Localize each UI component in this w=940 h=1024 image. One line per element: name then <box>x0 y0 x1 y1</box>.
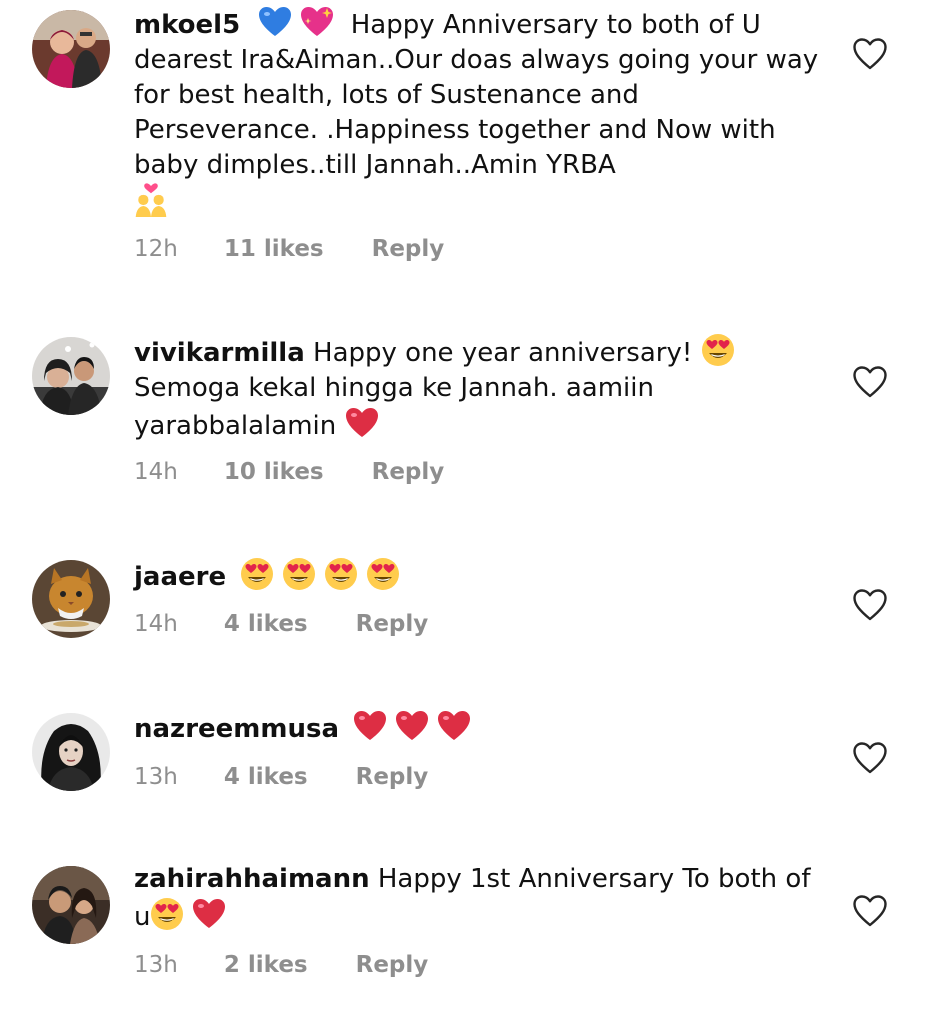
red-heart-icon <box>395 709 429 743</box>
heart-outline-icon <box>853 589 887 621</box>
likes-count[interactable]: 11 likes <box>224 236 324 262</box>
comment-meta: 13h 4 likes Reply <box>134 764 428 790</box>
comment-meta: 14h 10 likes Reply <box>134 459 444 485</box>
heart-eyes-icon <box>150 897 184 931</box>
heart-outline-icon <box>853 742 887 774</box>
comment-meta: 12h 11 likes Reply <box>134 236 444 262</box>
reply-button[interactable]: Reply <box>372 236 445 262</box>
comment-body: nazreemmusa <box>134 709 824 747</box>
likes-count[interactable]: 10 likes <box>224 459 324 485</box>
avatar[interactable] <box>32 10 110 88</box>
comment-body: jaaere <box>134 557 824 595</box>
reply-button[interactable]: Reply <box>372 459 445 485</box>
timestamp: 13h <box>134 952 178 978</box>
comment-text-continued: Semoga kekal hingga ke Jannah. aamiin ya… <box>134 373 654 441</box>
comment-body: zahirahhaimann Happy 1st Anniversary To … <box>134 862 824 935</box>
avatar[interactable] <box>32 337 110 415</box>
likes-count[interactable]: 2 likes <box>224 952 308 978</box>
like-button[interactable] <box>852 741 888 775</box>
username[interactable]: vivikarmilla <box>134 338 305 368</box>
red-heart-icon <box>353 709 387 743</box>
like-button[interactable] <box>852 365 888 399</box>
timestamp: 13h <box>134 764 178 790</box>
username[interactable]: jaaere <box>134 562 226 592</box>
red-heart-icon <box>345 406 379 440</box>
like-button[interactable] <box>852 37 888 71</box>
sparkling-heart-icon <box>300 5 334 39</box>
timestamp: 12h <box>134 236 178 262</box>
username[interactable]: nazreemmusa <box>134 714 339 744</box>
timestamp: 14h <box>134 459 178 485</box>
heart-outline-icon <box>853 38 887 70</box>
comment-meta: 14h 4 likes Reply <box>134 611 428 637</box>
comment-meta: 13h 2 likes Reply <box>134 952 428 978</box>
avatar[interactable] <box>32 713 110 791</box>
username[interactable]: zahirahhaimann <box>134 864 370 894</box>
red-heart-icon <box>437 709 471 743</box>
timestamp: 14h <box>134 611 178 637</box>
red-heart-icon <box>192 897 226 931</box>
avatar[interactable] <box>32 866 110 944</box>
heart-outline-icon <box>853 895 887 927</box>
comment-body: vivikarmilla Happy one year anniversary!… <box>134 333 824 444</box>
comment-body: mkoel5 Happy Anniversary to both of U de… <box>134 5 824 223</box>
reply-button[interactable]: Reply <box>356 611 429 637</box>
username[interactable]: mkoel5 <box>134 10 240 40</box>
heart-eyes-icon <box>701 333 735 367</box>
heart-eyes-icon <box>366 557 400 591</box>
blue-heart-icon <box>258 5 292 39</box>
like-button[interactable] <box>852 588 888 622</box>
couple-with-heart-icon <box>134 183 174 223</box>
reply-button[interactable]: Reply <box>356 952 429 978</box>
comment-text: Happy one year anniversary! <box>304 338 701 368</box>
likes-count[interactable]: 4 likes <box>224 764 308 790</box>
heart-eyes-icon <box>282 557 316 591</box>
heart-eyes-icon <box>240 557 274 591</box>
like-button[interactable] <box>852 894 888 928</box>
reply-button[interactable]: Reply <box>356 764 429 790</box>
heart-eyes-icon <box>324 557 358 591</box>
heart-outline-icon <box>853 366 887 398</box>
avatar[interactable] <box>32 560 110 638</box>
likes-count[interactable]: 4 likes <box>224 611 308 637</box>
